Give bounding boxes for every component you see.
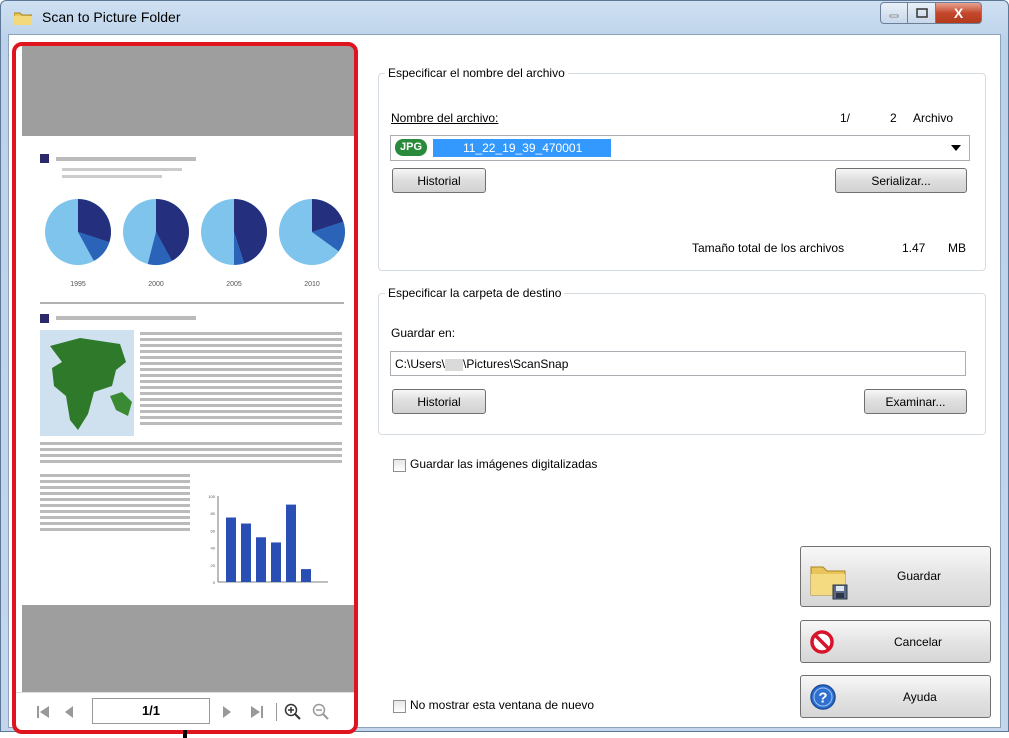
folder-history-button[interactable]: Historial xyxy=(392,389,486,414)
masked-username xyxy=(445,358,464,371)
help-icon: ? xyxy=(810,684,836,710)
file-counter-unit: Archivo xyxy=(913,111,954,125)
file-name-label: Nombre del archivo: xyxy=(391,111,498,125)
serialize-button[interactable]: Serializar... xyxy=(835,168,967,193)
save-scanned-images-label[interactable]: Guardar las imágenes digitalizadas xyxy=(410,457,597,471)
help-button-label: Ayuda xyxy=(903,690,937,704)
save-button[interactable]: Guardar xyxy=(800,546,991,607)
file-name-group-legend: Especificar el nombre del archivo xyxy=(385,66,568,80)
file-name-label-text: Nombre del archivo: xyxy=(391,111,499,125)
folder-save-icon xyxy=(810,566,848,600)
serialize-button-label: Serializar... xyxy=(871,173,931,188)
destination-path-field[interactable]: C:\Users\ \Pictures\ScanSnap xyxy=(390,351,966,376)
total-size-label: Tamaño total de los archivos xyxy=(692,241,845,255)
minimize-icon xyxy=(889,14,899,18)
browse-button[interactable]: Examinar... xyxy=(864,389,967,414)
browse-button-label: Examinar... xyxy=(885,394,946,409)
save-in-label: Guardar en: xyxy=(391,326,456,340)
jpg-format-badge: JPG xyxy=(395,139,427,156)
cancel-button[interactable]: Cancelar xyxy=(800,620,991,663)
close-icon: X xyxy=(953,5,964,21)
cancel-button-label: Cancelar xyxy=(894,635,943,649)
file-counter-current: 1/ xyxy=(840,111,851,125)
dont-show-again-label[interactable]: No mostrar esta ventana de nuevo xyxy=(410,698,594,712)
save-button-label: Guardar xyxy=(897,569,942,583)
file-counter-total: 2 xyxy=(890,111,897,125)
save-scanned-images-checkbox[interactable] xyxy=(393,459,406,472)
path-suffix: \Pictures\ScanSnap xyxy=(463,357,569,371)
preview-highlight-outline xyxy=(12,42,358,734)
dont-show-again-checkbox[interactable] xyxy=(393,700,406,713)
total-size-value: 1.47 xyxy=(902,241,926,255)
callout-pointer xyxy=(183,730,187,738)
folder-icon xyxy=(14,12,32,25)
maximize-button[interactable] xyxy=(908,2,936,24)
destination-folder-legend: Especificar la carpeta de destino xyxy=(385,286,565,300)
path-prefix: C:\Users\ xyxy=(395,357,446,371)
window-controls: X xyxy=(880,2,982,26)
title-bar[interactable]: Scan to Picture Folder X xyxy=(0,0,1009,34)
file-history-button-label: Historial xyxy=(417,173,461,188)
window-title: Scan to Picture Folder xyxy=(42,9,181,25)
file-name-value[interactable]: 11_22_19_39_470001 xyxy=(433,139,611,157)
total-size-unit: MB xyxy=(948,241,966,255)
minimize-button[interactable] xyxy=(880,2,908,24)
chevron-down-icon[interactable] xyxy=(951,145,961,151)
cancel-icon xyxy=(810,630,834,654)
close-button[interactable]: X xyxy=(936,2,982,24)
file-history-button[interactable]: Historial xyxy=(392,168,486,193)
help-button[interactable]: ? Ayuda xyxy=(800,675,991,718)
folder-history-button-label: Historial xyxy=(417,394,461,409)
maximize-icon xyxy=(915,8,928,18)
svg-text:?: ? xyxy=(818,690,827,707)
file-name-combobox[interactable]: JPG 11_22_19_39_470001 xyxy=(390,135,970,161)
